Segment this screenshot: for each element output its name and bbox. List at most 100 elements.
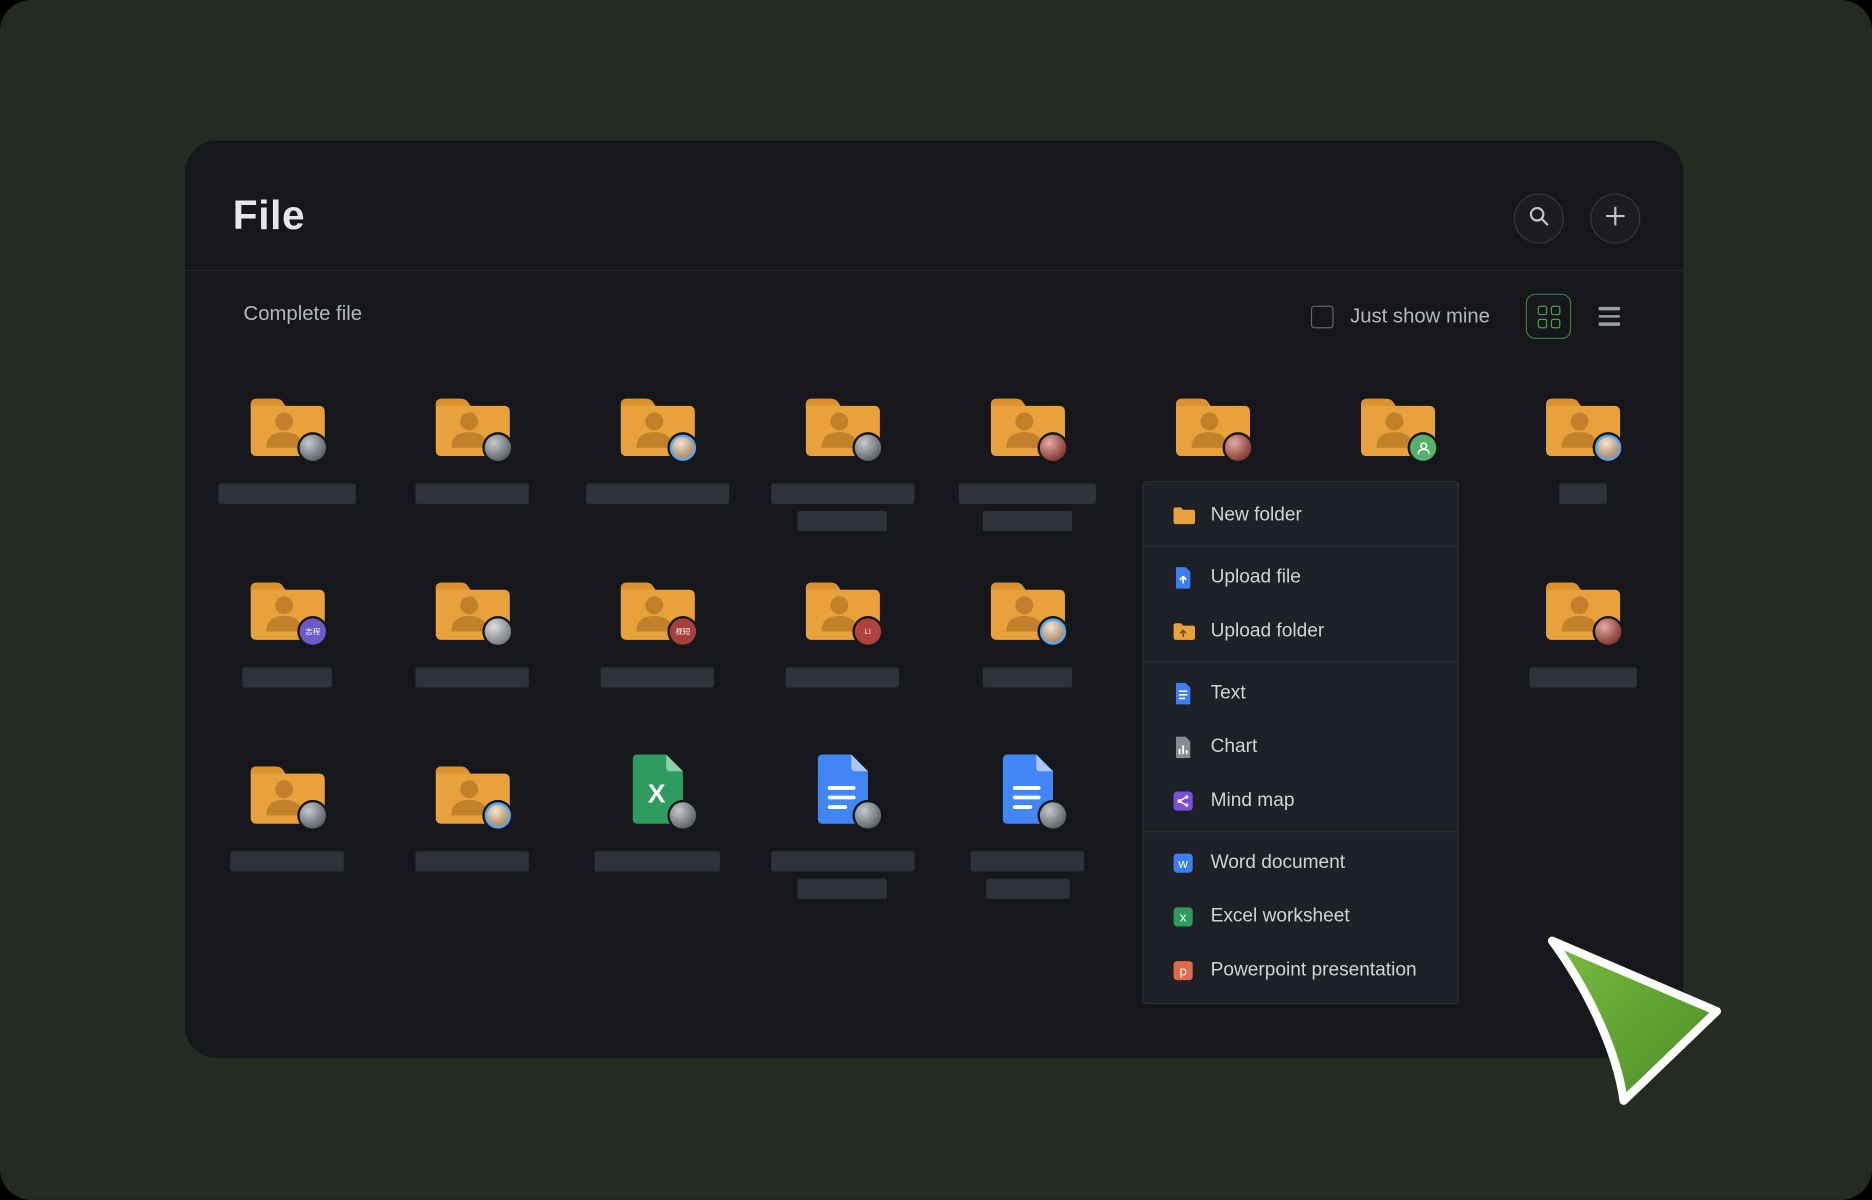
item-name-placeholder	[380, 484, 565, 504]
item-name-placeholder	[750, 484, 935, 532]
folder-icon	[380, 568, 565, 642]
svg-text:x: x	[1180, 909, 1187, 924]
folder-icon	[380, 752, 565, 826]
menu-item-word-document[interactable]: w Word document	[1144, 836, 1458, 890]
folder-icon	[935, 568, 1120, 642]
item-name-placeholder	[935, 851, 1120, 899]
menu-item-label: Chart	[1211, 736, 1258, 757]
menu-item-label: Text	[1211, 682, 1246, 703]
folder-icon	[1305, 384, 1490, 458]
folder-item[interactable]: LI	[750, 564, 935, 743]
menu-item-label: Upload folder	[1211, 620, 1325, 641]
member-avatar-badge: LI	[855, 618, 881, 644]
doc-item[interactable]	[935, 747, 1120, 926]
doc-icon	[750, 752, 935, 826]
folder-item[interactable]: 视短	[565, 564, 750, 743]
folder-item[interactable]	[380, 564, 565, 743]
folder-icon	[195, 384, 380, 458]
menu-group: Text Chart Mind map	[1144, 661, 1458, 831]
member-avatar-badge	[1040, 618, 1066, 644]
menu-item-mind-map[interactable]: Mind map	[1144, 774, 1458, 828]
folder-item[interactable]	[195, 747, 380, 926]
menu-item-powerpoint-presentation[interactable]: p Powerpoint presentation	[1144, 943, 1458, 997]
svg-text:X: X	[647, 778, 665, 808]
folder-item[interactable]	[935, 564, 1120, 743]
excel-icon: x	[1171, 904, 1195, 928]
member-avatar-badge	[855, 802, 881, 828]
folder-icon	[195, 568, 380, 642]
item-name-placeholder	[565, 484, 750, 504]
member-avatar-badge	[485, 618, 511, 644]
menu-item-label: Mind map	[1211, 790, 1295, 811]
menu-item-label: Excel worksheet	[1211, 906, 1350, 927]
folder-icon	[1490, 384, 1675, 458]
text-icon	[1171, 681, 1195, 705]
item-name-placeholder	[380, 851, 565, 871]
folder-item[interactable]: 志程	[195, 564, 380, 743]
chart-icon	[1171, 735, 1195, 759]
menu-group: w Word document x Excel worksheet p Powerpoin…	[1144, 831, 1458, 1001]
menu-item-label: Powerpoint presentation	[1211, 959, 1417, 980]
folder-item[interactable]	[195, 380, 380, 559]
member-avatar-badge	[1595, 435, 1621, 461]
item-name-placeholder	[1490, 484, 1675, 504]
folder-item[interactable]	[380, 380, 565, 559]
member-avatar-badge	[855, 435, 881, 461]
menu-item-chart[interactable]: Chart	[1144, 720, 1458, 774]
doc-item[interactable]	[750, 747, 935, 926]
item-name-placeholder	[750, 667, 935, 687]
menu-item-label: Word document	[1211, 852, 1345, 873]
folder-item[interactable]	[380, 747, 565, 926]
folder-item[interactable]	[565, 380, 750, 559]
menu-item-excel-worksheet[interactable]: x Excel worksheet	[1144, 889, 1458, 943]
item-name-placeholder	[565, 667, 750, 687]
folder-icon	[1490, 568, 1675, 642]
mindmap-icon	[1171, 789, 1195, 813]
excel-icon: X	[565, 752, 750, 826]
member-avatar-badge	[485, 435, 511, 461]
member-avatar-badge	[1040, 802, 1066, 828]
item-name-placeholder	[935, 484, 1120, 532]
menu-item-text[interactable]: Text	[1144, 666, 1458, 720]
excel-item[interactable]: X	[565, 747, 750, 926]
folder-item[interactable]	[1490, 564, 1675, 743]
upload-file-icon	[1171, 565, 1195, 589]
member-avatar-badge: 视短	[670, 618, 696, 644]
folder-icon	[935, 384, 1120, 458]
item-name-placeholder	[380, 667, 565, 687]
menu-group: Upload file Upload folder	[1144, 546, 1458, 662]
item-name-placeholder	[195, 851, 380, 871]
folder-item[interactable]	[935, 380, 1120, 559]
member-avatar-badge	[1225, 435, 1251, 461]
folder-icon	[1120, 384, 1305, 458]
member-avatar-badge	[300, 802, 326, 828]
upload-folder-icon	[1171, 619, 1195, 643]
member-avatar-badge	[1040, 435, 1066, 461]
item-name-placeholder	[935, 667, 1120, 687]
item-name-placeholder	[195, 484, 380, 504]
menu-group: New folder	[1144, 485, 1458, 546]
menu-item-upload-folder[interactable]: Upload folder	[1144, 604, 1458, 658]
desktop-background: File Complete file Just show mine	[0, 0, 1872, 1200]
folder-item[interactable]	[750, 380, 935, 559]
member-avatar-badge: 志程	[300, 618, 326, 644]
ppt-icon: p	[1171, 958, 1195, 982]
member-avatar-badge	[1410, 435, 1436, 461]
word-icon: w	[1171, 851, 1195, 875]
member-avatar-badge	[485, 802, 511, 828]
item-name-placeholder	[750, 851, 935, 899]
folder-icon	[750, 384, 935, 458]
new-item-context-menu: New folder Upload file Upload folder Text Ch…	[1143, 481, 1459, 1004]
member-avatar-badge	[670, 435, 696, 461]
member-avatar-badge	[670, 802, 696, 828]
menu-item-upload-file[interactable]: Upload file	[1144, 550, 1458, 604]
member-avatar-badge	[300, 435, 326, 461]
folder-icon	[565, 568, 750, 642]
menu-item-new-folder[interactable]: New folder	[1144, 488, 1458, 542]
folder-icon	[380, 384, 565, 458]
folder-item[interactable]	[1490, 380, 1675, 559]
cursor-arrow	[1540, 934, 1725, 1119]
member-avatar-badge	[1595, 618, 1621, 644]
item-name-placeholder	[565, 851, 750, 871]
file-manager-window: File Complete file Just show mine	[185, 141, 1683, 1058]
